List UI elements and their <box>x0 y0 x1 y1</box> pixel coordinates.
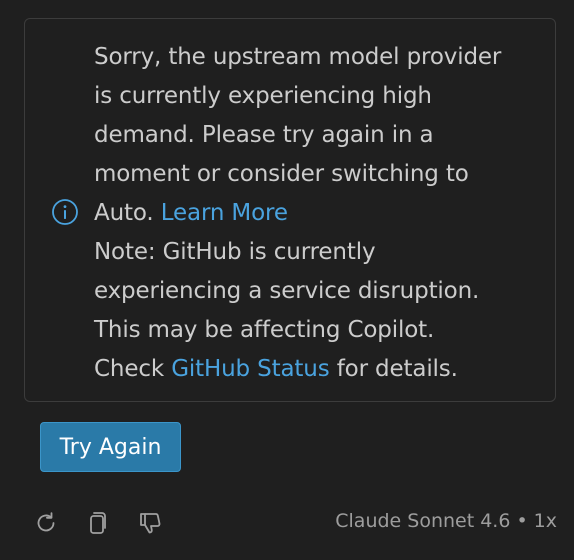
try-again-button[interactable]: Try Again <box>40 422 181 472</box>
message-line: moment or consider switching to <box>94 161 469 187</box>
message-line: experiencing a service disruption. <box>94 278 480 304</box>
message-text-auto: Auto. <box>94 200 154 226</box>
info-icon <box>52 199 78 225</box>
message-line: demand. Please try again in a <box>94 122 434 148</box>
model-multiplier: 1x <box>533 510 557 532</box>
model-separator: • <box>516 510 528 532</box>
github-status-link[interactable]: GitHub Status <box>171 356 330 382</box>
model-info: Claude Sonnet 4.6 • 1x <box>335 510 557 532</box>
message-text-check: Check <box>94 356 165 382</box>
message-text-details: for details. <box>336 356 458 382</box>
message-line: Note: GitHub is currently <box>94 239 376 265</box>
message-line: Check GitHub Status for details. <box>94 350 539 389</box>
message-line: Sorry, the upstream model provider <box>94 44 502 70</box>
message-line: Auto. Learn More <box>94 194 539 233</box>
retry-icon[interactable] <box>31 508 61 538</box>
model-name: Claude Sonnet 4.6 <box>335 510 511 532</box>
error-message-text: Sorry, the upstream model provider is cu… <box>94 38 539 389</box>
learn-more-link[interactable]: Learn More <box>161 200 288 226</box>
copy-icon[interactable] <box>82 508 112 538</box>
message-line: This may be affecting Copilot. <box>94 317 435 343</box>
thumbs-down-icon[interactable] <box>135 508 165 538</box>
message-line: is currently experiencing high <box>94 83 432 109</box>
